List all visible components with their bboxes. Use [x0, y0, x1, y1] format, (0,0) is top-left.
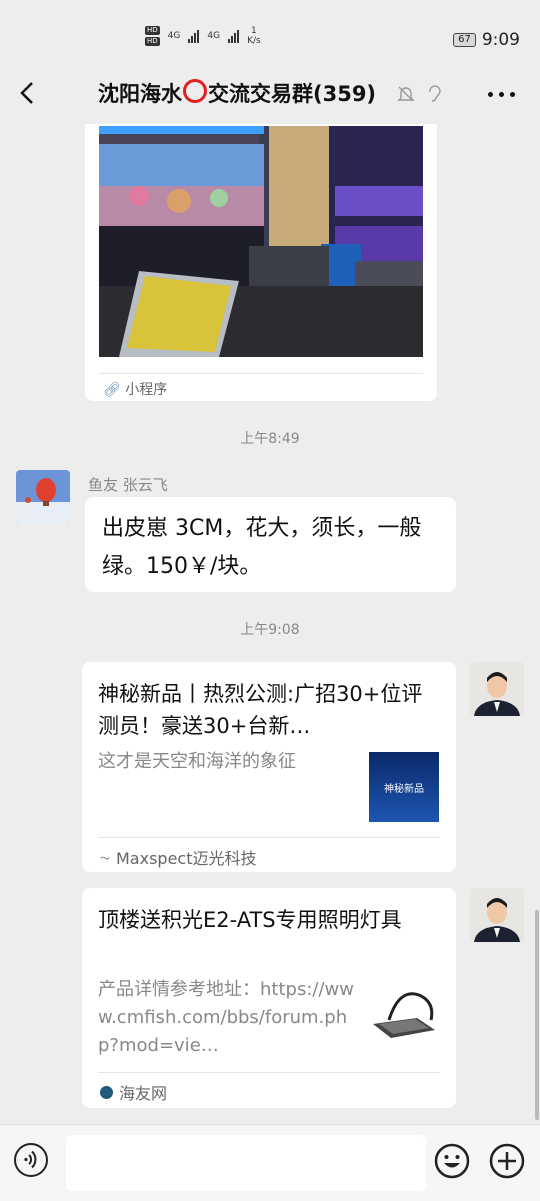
- chat-header: 沈阳海水 交流交易群(359): [0, 62, 540, 124]
- more-functions-plus-icon[interactable]: [489, 1143, 525, 1179]
- status-right: 67 9:09: [453, 30, 520, 50]
- scrollbar[interactable]: [535, 910, 539, 1120]
- mute-bell-icon: [397, 86, 415, 102]
- card-divider-2: [98, 1072, 440, 1073]
- chat-title-part-2: 交流交易群(359): [208, 82, 377, 106]
- my-avatar-2[interactable]: [470, 888, 524, 942]
- card-divider: [98, 837, 440, 838]
- link-card-thumbnail: 神秘新品: [369, 752, 439, 822]
- my-avatar[interactable]: [470, 662, 524, 716]
- link-card-description: 这才是天空和海洋的象征: [98, 751, 296, 772]
- link-card-description-2: 产品详情参考地址：https://www.cmfish.com/bbs/foru…: [98, 979, 354, 1056]
- message-input[interactable]: [66, 1135, 426, 1191]
- signal-bars-icon-2: [228, 29, 240, 43]
- emoji-button-icon[interactable]: [434, 1143, 470, 1179]
- link-card-title: 神秘新品丨热烈公测:广招30+位评测员！豪送30+台新…: [98, 682, 423, 738]
- aquarium-photo[interactable]: [99, 126, 423, 357]
- link-icon: 🔗︎: [103, 382, 121, 398]
- source-name-2: 海友网: [119, 1084, 168, 1103]
- hd-label-2: HD: [145, 37, 160, 46]
- link-card-thumbnail-2: [369, 980, 439, 1050]
- speed-value: 1: [251, 26, 257, 36]
- status-bar: HD HD 4G 4G 1 K/s 67 9:09: [0, 0, 540, 62]
- card-source: 〜 Maxspect迈光科技: [100, 845, 257, 869]
- link-card-title-2: 顶楼送积光E2-ATS专用照明灯具: [98, 908, 402, 932]
- timestamp: 上午8:49: [240, 431, 300, 447]
- signal-bars-icon: [188, 29, 200, 43]
- voice-input-button[interactable]: [14, 1143, 48, 1177]
- clock: 9:09: [481, 30, 520, 50]
- text-message: 出皮崽 3CM，花大，须长，一般绿。150￥/块。: [102, 516, 422, 579]
- more-options-icon[interactable]: [488, 92, 515, 97]
- network-type-2: 4G: [207, 31, 221, 41]
- back-arrow-icon[interactable]: [14, 78, 44, 108]
- source-logo-icon-2: [100, 1085, 113, 1099]
- card-source-2: 海友网: [100, 1080, 167, 1104]
- network-speed: 1 K/s: [247, 26, 261, 46]
- hd-indicator: HD HD: [145, 26, 160, 46]
- mini-program-label: 🔗︎ 小程序: [103, 379, 167, 399]
- timestamp-2: 上午9:08: [240, 622, 300, 638]
- voice-icon: [24, 1150, 37, 1169]
- speed-unit: K/s: [247, 36, 261, 46]
- hd-label-1: HD: [145, 26, 160, 35]
- source-name: Maxspect迈光科技: [116, 849, 257, 868]
- network-type-1: 4G: [167, 31, 181, 41]
- sender-name: 鱼友 张云飞: [88, 476, 168, 494]
- thumbnail-caption: 神秘新品: [384, 783, 424, 795]
- red-circle-icon: [183, 79, 207, 103]
- sender-avatar[interactable]: [16, 470, 70, 524]
- chat-title-part-1: 沈阳海水: [98, 82, 182, 106]
- network-indicators: HD HD 4G 4G 1 K/s: [145, 26, 261, 46]
- chat-title: 沈阳海水 交流交易群(359): [98, 78, 376, 108]
- battery-icon: 67: [453, 33, 476, 47]
- mini-program-text: 小程序: [125, 382, 168, 398]
- input-bar: [0, 1124, 540, 1201]
- earpiece-mode-icon: [429, 85, 441, 102]
- source-logo-icon: 〜: [100, 853, 110, 865]
- mini-program-divider: [99, 373, 423, 374]
